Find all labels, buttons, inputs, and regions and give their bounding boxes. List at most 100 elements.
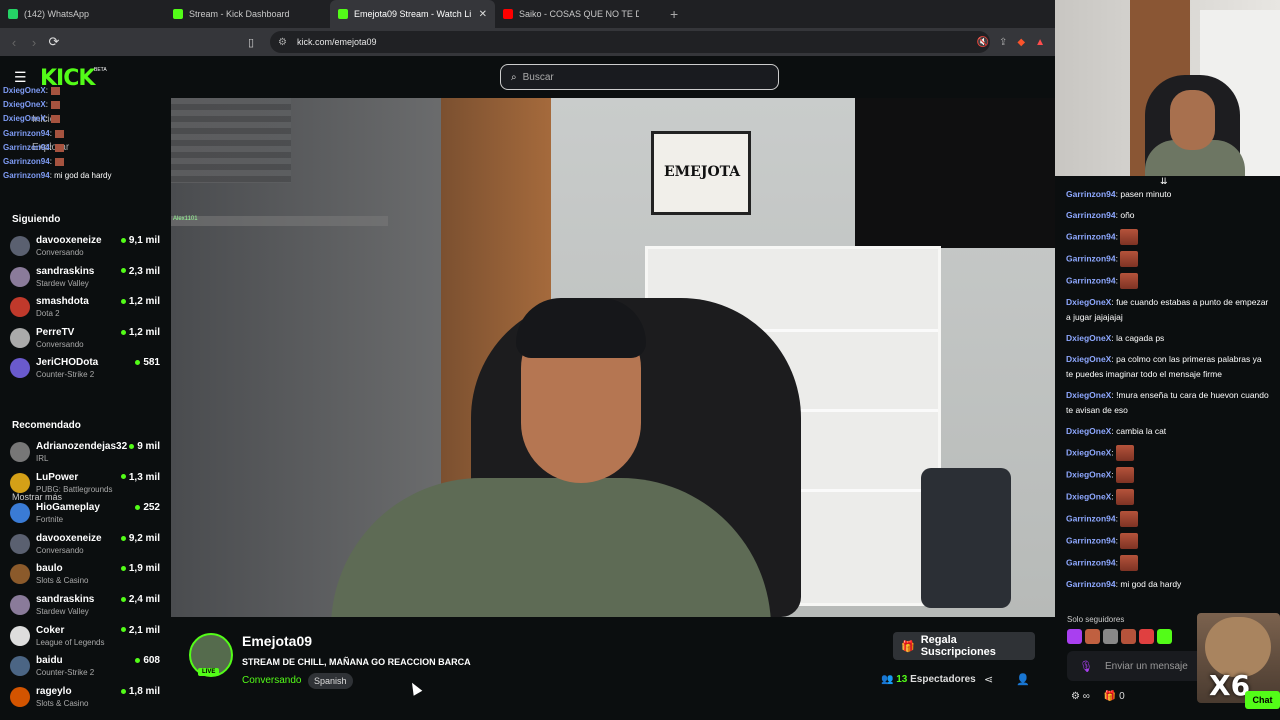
gift-subs-button[interactable]: 🎁 Regala Suscripciones	[893, 632, 1035, 660]
mute-icon[interactable]: 🔇	[977, 37, 989, 48]
video-player[interactable]: EMEJOTA Alex1101	[171, 98, 1055, 617]
emote-icon	[1120, 273, 1139, 289]
browser-tab[interactable]: Emejota09 Stream - Watch Li ✕	[330, 0, 495, 28]
sidebar-channel[interactable]: Coker League of Legends 2,1 mil	[10, 624, 160, 652]
emote-icon	[1116, 467, 1135, 483]
chat-send-button[interactable]: Chat	[1245, 691, 1280, 709]
sidebar-channel[interactable]: baidu Counter-Strike 2 608	[10, 654, 160, 682]
channel-name: HioGameplay	[36, 502, 100, 514]
chat-input[interactable]: 🎙 Enviar un mensaje	[1067, 651, 1207, 681]
chat-username[interactable]: Garrinzon94	[1066, 275, 1116, 285]
chat-username[interactable]: DxiegOneX	[1066, 297, 1111, 307]
overlay-chat-line: DxiegOneX:	[3, 98, 112, 112]
chat-username[interactable]: Garrinzon94	[1066, 535, 1116, 545]
chat-message: DxiegOneX: la cagada ps	[1066, 333, 1165, 343]
back-icon[interactable]: ‹	[4, 35, 24, 50]
language-tag[interactable]: Spanish	[308, 673, 353, 689]
channel-viewers: 581	[135, 357, 160, 368]
chat-message: Garrinzon94:	[1066, 229, 1271, 245]
chat-username[interactable]: Garrinzon94	[1066, 557, 1116, 567]
sidebar-channel[interactable]: Adrianozendejas32 IRL 9 mil	[10, 440, 160, 468]
emote-3[interactable]	[1103, 629, 1118, 644]
followers-only-label: Solo seguidores	[1067, 615, 1125, 624]
new-tab-icon[interactable]: +	[660, 6, 688, 22]
sidebar-channel[interactable]: JeriCHODota Counter-Strike 2 581	[10, 356, 160, 384]
chat-username[interactable]: DxiegOneX	[1066, 491, 1111, 501]
sidebar-channel[interactable]: sandraskins Stardew Valley 2,4 mil	[10, 593, 160, 621]
sidebar-channel[interactable]: baulo Slots & Casino 1,9 mil	[10, 562, 160, 590]
search-placeholder: Buscar	[522, 71, 554, 83]
emote-2[interactable]	[1085, 629, 1100, 644]
rewards-icon[interactable]: ▲	[1035, 37, 1045, 48]
sidebar-channel[interactable]: rageylo Slots & Casino 1,8 mil	[10, 685, 160, 713]
chat-username[interactable]: Garrinzon94	[1066, 513, 1116, 523]
emote-icon	[50, 101, 60, 110]
pinned-icon[interactable]: ⇊	[1160, 176, 1168, 187]
mic-icon[interactable]: 🎙	[1079, 660, 1093, 673]
channel-name: sandraskins	[36, 594, 95, 605]
chat-username[interactable]: Garrinzon94	[1066, 253, 1116, 263]
share-icon[interactable]: ⋖	[984, 673, 993, 686]
channel-avatar	[10, 564, 30, 585]
chat-username[interactable]: DxiegOneX	[1066, 469, 1111, 479]
streamer-name[interactable]: Emejota09	[242, 633, 312, 649]
reload-icon[interactable]: ⟳	[44, 34, 64, 50]
report-user-icon[interactable]: 👤	[1016, 673, 1030, 686]
share-page-icon[interactable]: ⇪	[999, 37, 1007, 48]
tab-close-icon[interactable]: ✕	[479, 9, 487, 20]
chat-username[interactable]: DxiegOneX	[1066, 447, 1111, 457]
overlay-chat: DxiegOneX: DxiegOneX: DxiegOneX: Garrinzon9…	[3, 84, 112, 183]
sidebar-channel[interactable]: davooxeneize Conversando 9,1 mil	[10, 234, 160, 262]
chat-username[interactable]: Garrinzon94	[1066, 210, 1116, 220]
overlay-chat-text: :	[45, 100, 48, 110]
overlay-chat-user: DxiegOneX	[3, 100, 46, 110]
browser-tab[interactable]: Stream - Kick Dashboard	[165, 0, 330, 28]
channel-viewers: 9,1 mil	[121, 235, 160, 246]
emote-5[interactable]	[1139, 629, 1154, 644]
overlay-chat-text: :	[49, 142, 52, 152]
channel-name: baidu	[36, 655, 63, 667]
sidebar-channel[interactable]: smashdota Dota 2 1,2 mil	[10, 295, 160, 323]
bookmark-icon[interactable]: ▯	[248, 36, 254, 49]
channel-viewers: 2,4 mil	[121, 594, 160, 605]
site-settings-icon[interactable]: ⚙	[278, 37, 287, 48]
chat-username[interactable]: Garrinzon94	[1066, 231, 1116, 241]
chat-username[interactable]: Garrinzon94	[1066, 579, 1116, 589]
chat-username[interactable]: DxiegOneX	[1066, 354, 1111, 364]
chat-text: la cagada ps	[1116, 333, 1165, 343]
browser-tab[interactable]: Saiko - COSAS QUE NO TE DIJE (Offi	[495, 0, 660, 28]
overlay-chat-text: :	[49, 157, 52, 167]
emote-icon	[54, 129, 64, 138]
chat-input-placeholder: Enviar un mensaje	[1104, 660, 1188, 672]
emote-4[interactable]	[1121, 629, 1136, 644]
emote-1[interactable]	[1067, 629, 1082, 644]
sidebar-channel[interactable]: sandraskins Stardew Valley 2,3 mil	[10, 265, 160, 293]
emote-icon	[1116, 489, 1135, 505]
chat-username[interactable]: Garrinzon94	[1066, 189, 1116, 199]
sidebar-channel[interactable]: davooxeneize Conversando 9,2 mil	[10, 532, 160, 560]
chat-message: Garrinzon94:	[1066, 555, 1271, 571]
gift-icon: 🎁	[901, 640, 915, 653]
stream-category[interactable]: Conversando	[242, 675, 301, 686]
settings-icon[interactable]: ⚙ ∞	[1071, 691, 1090, 702]
points-icon[interactable]: 🎁 0	[1104, 691, 1125, 702]
brave-shield-icon[interactable]: ◆	[1017, 37, 1025, 48]
video-suitcase	[921, 468, 1011, 608]
chat-username[interactable]: DxiegOneX	[1066, 390, 1111, 400]
search-input[interactable]: ⌕ Buscar	[500, 64, 779, 90]
sidebar-channel[interactable]: PerreTV Conversando 1,2 mil	[10, 326, 160, 354]
browser-tab[interactable]: (142) WhatsApp	[0, 0, 165, 28]
emote-6[interactable]	[1157, 629, 1172, 644]
sidebar-channel[interactable]: HioGameplay Fortnite 252	[10, 501, 160, 529]
forward-icon[interactable]: ›	[24, 35, 44, 50]
chat-username[interactable]: DxiegOneX	[1066, 333, 1111, 343]
chat-button-label: Chat	[1252, 695, 1273, 705]
url-text: kick.com/emejota09	[296, 37, 377, 47]
channel-avatar	[10, 625, 30, 646]
channel-category: Conversando	[36, 545, 84, 555]
sidebar-channel[interactable]: LuPower PUBG: Battlegrounds 1,3 mil	[10, 471, 160, 499]
address-bar[interactable]: ▯ ⚙ kick.com/emejota09	[248, 31, 990, 53]
chat-username[interactable]: DxiegOneX	[1066, 426, 1111, 436]
tab-favicon-icon	[503, 9, 513, 19]
overlay-chat-line: DxiegOneX:	[3, 84, 112, 98]
